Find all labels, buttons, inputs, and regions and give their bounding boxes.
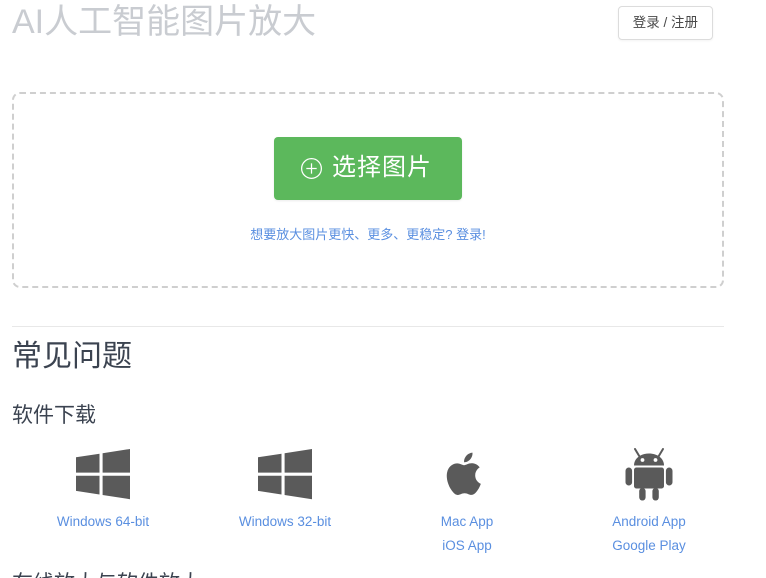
download-item-apple: Mac App iOS App: [376, 446, 558, 558]
download-link-windows-32[interactable]: Windows 32-bit: [239, 510, 331, 534]
bottom-clipped-heading: 在线放大与软件放大: [12, 570, 201, 578]
windows-icon: [258, 446, 312, 502]
circle-plus-icon: [300, 157, 323, 180]
windows-icon: [76, 446, 130, 502]
apple-icon: [445, 446, 489, 502]
page-header: AI人工智能图片放大 登录 / 注册: [0, 0, 766, 70]
login-register-button[interactable]: 登录 / 注册: [618, 6, 713, 40]
page-title: AI人工智能图片放大: [12, 0, 316, 44]
section-divider: [12, 326, 724, 327]
dropzone-content: 选择图片 想要放大图片更快、更多、更稳定? 登录!: [14, 94, 722, 286]
download-link-android-app[interactable]: Android App: [612, 510, 686, 534]
download-link-windows-64[interactable]: Windows 64-bit: [57, 510, 149, 534]
download-link-ios-app[interactable]: iOS App: [442, 534, 492, 558]
download-grid: Windows 64-bit Windows 32-bit Mac Ap: [12, 446, 752, 558]
download-item-android: Android App Google Play: [558, 446, 740, 558]
download-link-mac-app[interactable]: Mac App: [441, 510, 494, 534]
download-item-windows-32: Windows 32-bit: [194, 446, 376, 534]
image-dropzone[interactable]: 选择图片 想要放大图片更快、更多、更稳定? 登录!: [12, 92, 724, 288]
software-download-subheading: 软件下载: [12, 402, 96, 430]
download-link-google-play[interactable]: Google Play: [612, 534, 686, 558]
select-image-button[interactable]: 选择图片: [274, 137, 462, 200]
faq-heading: 常见问题: [12, 337, 132, 377]
android-icon: [624, 446, 674, 502]
login-hint-link[interactable]: 想要放大图片更快、更多、更稳定? 登录!: [250, 226, 485, 243]
download-item-windows-64: Windows 64-bit: [12, 446, 194, 534]
bottom-clipped-section: 在线放大与软件放大: [0, 570, 766, 578]
select-image-button-label: 选择图片: [332, 154, 432, 182]
page-root: AI人工智能图片放大 登录 / 注册 选择图片 想要放大图片更快、更多、更稳定?…: [0, 0, 766, 578]
